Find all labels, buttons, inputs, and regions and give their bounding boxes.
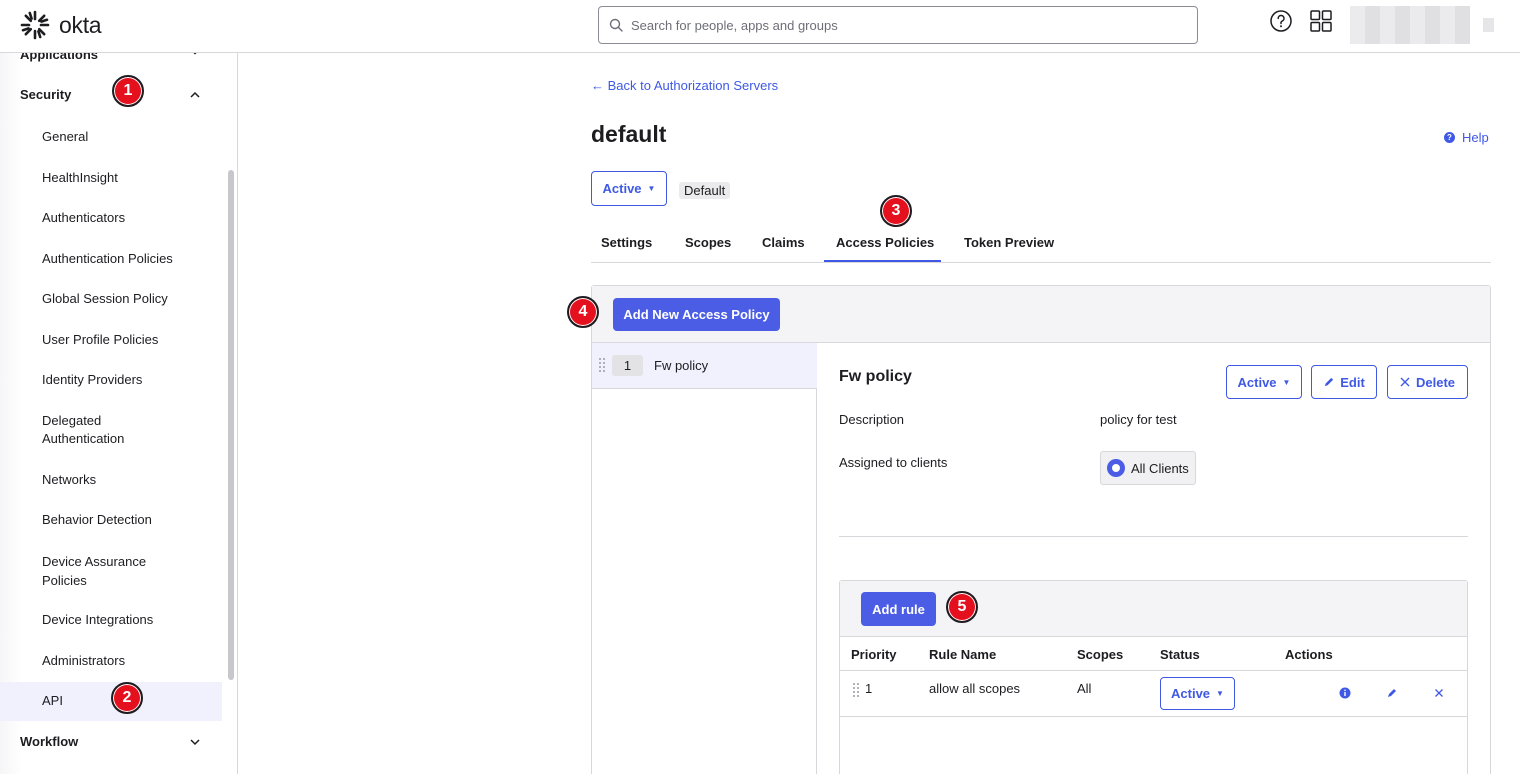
policy-list-name: Fw policy	[654, 358, 709, 373]
rule-status-dropdown[interactable]: Active ▼	[1160, 677, 1235, 710]
sidebar-item-healthinsight[interactable]: HealthInsight	[0, 169, 222, 187]
rules-toolbar: Add rule	[840, 581, 1467, 637]
add-rule-button[interactable]: Add rule	[861, 592, 936, 626]
chevron-up-icon[interactable]	[189, 89, 201, 101]
sidebar-section-applications[interactable]: Applications	[20, 53, 98, 62]
search-icon	[609, 18, 623, 32]
description-label: Description	[839, 412, 905, 427]
annotation-badge-3: 3	[880, 195, 912, 227]
sidebar-item-identity-providers[interactable]: Identity Providers	[0, 371, 222, 389]
help-label: Help	[1462, 130, 1489, 145]
delete-policy-button[interactable]: Delete	[1387, 365, 1468, 399]
policy-list-item[interactable]: 1 Fw policy	[592, 343, 817, 389]
search-input[interactable]	[631, 17, 1171, 33]
assigned-clients-chip: All Clients	[1100, 451, 1196, 485]
user-menu-chevron-blurred[interactable]	[1483, 18, 1494, 32]
okta-sunburst-icon	[20, 10, 50, 40]
sidebar-item-device-assurance-policies[interactable]: Device Assurance Policies	[0, 552, 222, 590]
column-header-scopes: Scopes	[1077, 647, 1124, 662]
tab-bar: Settings Scopes Claims Access Policies T…	[591, 223, 1491, 263]
access-policy-panel: Add New Access Policy 1 Fw policy Fw pol…	[591, 285, 1491, 774]
policy-status-label: Active	[1237, 374, 1277, 390]
column-header-rule-name: Rule Name	[929, 647, 997, 662]
caret-down-icon: ▼	[647, 184, 656, 193]
tab-scopes[interactable]: Scopes	[685, 235, 731, 250]
annotation-badge-2: 2	[111, 682, 143, 714]
sidebar-item-global-session-policy[interactable]: Global Session Policy	[0, 290, 222, 308]
rule-scopes: All	[1077, 681, 1092, 696]
annotation-badge-4: 4	[567, 296, 599, 328]
sidebar-item-administrators[interactable]: Administrators	[0, 652, 222, 670]
chevron-down-icon	[193, 53, 197, 55]
header-divider	[840, 670, 1467, 671]
pencil-icon[interactable]	[1385, 686, 1399, 700]
sidebar-section-security[interactable]: Security	[20, 87, 71, 102]
column-header-actions: Actions	[1285, 647, 1333, 662]
sidebar-item-authenticators[interactable]: Authenticators	[0, 209, 222, 227]
app-grid-icon[interactable]	[1309, 9, 1333, 33]
server-status-dropdown[interactable]: Active ▼	[591, 171, 667, 206]
tab-settings[interactable]: Settings	[601, 235, 652, 250]
section-divider	[839, 536, 1468, 537]
help-circle-icon[interactable]	[1269, 9, 1293, 33]
sidebar-item-networks[interactable]: Networks	[0, 471, 222, 489]
active-tab-indicator	[824, 260, 941, 262]
page-title: default	[591, 121, 667, 147]
radio-selected-icon	[1107, 459, 1125, 477]
close-icon	[1400, 377, 1410, 387]
description-value: policy for test	[1100, 412, 1177, 427]
sidebar-nav: Applications Security General HealthInsi…	[0, 53, 238, 774]
tab-claims[interactable]: Claims	[762, 235, 805, 250]
rule-status-label: Active	[1171, 686, 1211, 701]
edit-policy-button[interactable]: Edit	[1311, 365, 1377, 399]
caret-down-icon: ▼	[1282, 377, 1291, 387]
rules-panel: Add rule Priority Rule Name Scopes Statu…	[839, 580, 1468, 774]
info-icon[interactable]	[1338, 686, 1352, 700]
column-header-priority: Priority	[851, 647, 897, 662]
logo-text: okta	[59, 11, 102, 38]
rule-name: allow all scopes	[929, 681, 1021, 696]
back-to-authorization-servers-link[interactable]: ← Back to Authorization Servers	[591, 78, 778, 93]
drag-handle-icon[interactable]	[852, 682, 860, 700]
sidebar-section-workflow[interactable]: Workflow	[20, 734, 78, 749]
row-divider	[840, 716, 1467, 717]
policy-priority: 1	[612, 355, 643, 376]
tab-token-preview[interactable]: Token Preview	[964, 235, 1054, 250]
add-new-access-policy-button[interactable]: Add New Access Policy	[613, 298, 780, 331]
policy-title: Fw policy	[839, 368, 912, 385]
sidebar-item-authentication-policies[interactable]: Authentication Policies	[0, 250, 222, 268]
policy-status-dropdown[interactable]: Active ▼	[1226, 365, 1302, 399]
close-icon[interactable]	[1432, 686, 1446, 700]
delete-label: Delete	[1415, 374, 1456, 390]
rule-priority: 1	[865, 681, 873, 696]
global-search[interactable]	[598, 6, 1198, 44]
annotation-badge-1: 1	[112, 75, 144, 107]
help-icon: ?	[1444, 132, 1455, 143]
chevron-down-icon[interactable]	[189, 736, 201, 748]
user-menu-blurred[interactable]	[1350, 6, 1470, 44]
help-link[interactable]: ? Help	[1444, 130, 1489, 145]
tab-access-policies[interactable]: Access Policies	[836, 235, 934, 250]
sidebar-item-behavior-detection[interactable]: Behavior Detection	[0, 511, 222, 529]
server-status-label: Active	[602, 181, 642, 196]
access-policy-toolbar: Add New Access Policy	[592, 286, 1490, 343]
column-header-status: Status	[1160, 647, 1200, 662]
sidebar-item-delegated-authentication[interactable]: Delegated Authentication	[0, 412, 222, 448]
main-content: ← Back to Authorization Servers default …	[238, 53, 1520, 774]
sidebar-item-general[interactable]: General	[0, 128, 222, 146]
okta-logo[interactable]: okta	[20, 10, 102, 40]
sidebar-scrollbar[interactable]	[228, 170, 234, 680]
pencil-icon	[1325, 377, 1334, 386]
sidebar-item-device-integrations[interactable]: Device Integrations	[0, 611, 222, 629]
sidebar-item-user-profile-policies[interactable]: User Profile Policies	[0, 331, 222, 349]
edit-label: Edit	[1340, 374, 1365, 390]
caret-down-icon: ▼	[1216, 689, 1224, 698]
assigned-clients-value: All Clients	[1131, 460, 1189, 476]
policy-list: 1 Fw policy	[592, 343, 817, 774]
default-tag: Default	[679, 182, 731, 199]
drag-handle-icon[interactable]	[598, 357, 606, 375]
top-bar: okta	[0, 0, 1520, 53]
annotation-badge-5: 5	[946, 591, 978, 623]
assigned-clients-label: Assigned to clients	[839, 455, 948, 470]
